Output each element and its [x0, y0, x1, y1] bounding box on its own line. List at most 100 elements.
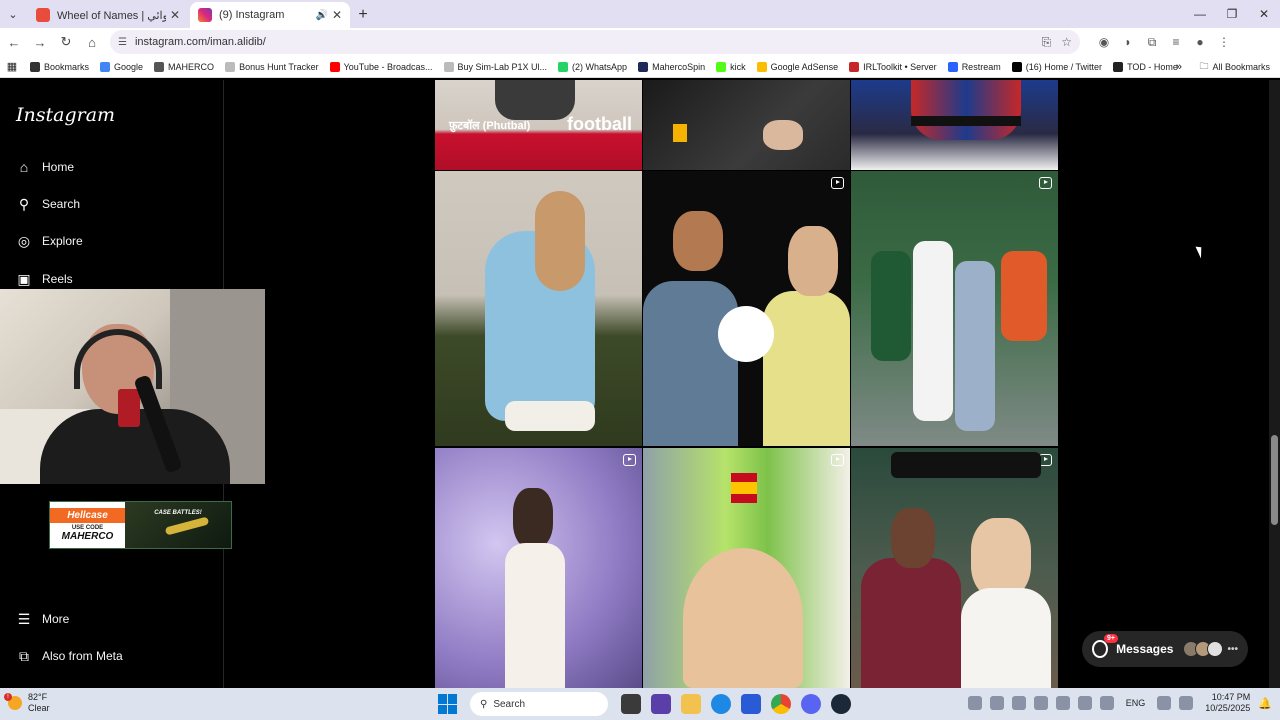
scrollbar-thumb[interactable]: [1271, 435, 1278, 525]
post-thumbnail[interactable]: [643, 171, 850, 446]
post-thumbnail[interactable]: [435, 448, 642, 688]
nav-home[interactable]: ⌂ Home: [16, 159, 74, 175]
nav-also-from-meta[interactable]: ⧉ Also from Meta: [16, 648, 123, 664]
unread-badge: 9+: [1104, 634, 1118, 643]
messages-label: Messages: [1116, 642, 1174, 656]
all-bookmarks-button[interactable]: 🗀 All Bookmarks: [1199, 59, 1270, 75]
bookmark-item[interactable]: TOD - Home: [1113, 61, 1178, 72]
more-bookmarks-icon[interactable]: »: [1176, 61, 1182, 73]
discord-icon[interactable]: [801, 694, 821, 714]
bookmark-item[interactable]: Bookmarks: [30, 61, 89, 72]
language-indicator[interactable]: ENG: [1126, 698, 1146, 708]
bookmark-item[interactable]: (2) WhatsApp: [558, 61, 627, 72]
forward-icon[interactable]: →: [28, 30, 52, 54]
speaker-icon[interactable]: 🔊: [315, 10, 327, 21]
close-window-icon[interactable]: ✕: [1248, 0, 1280, 28]
bookmark-label: IRLToolkit • Server: [863, 61, 937, 72]
bookmark-item[interactable]: IRLToolkit • Server: [849, 61, 937, 72]
weather-text: 82°F Clear: [28, 692, 50, 714]
bookmark-item[interactable]: YouTube - Broadcas...: [329, 61, 433, 72]
instagram-logo[interactable]: Instagram: [16, 104, 115, 126]
profile-avatar[interactable]: ●: [1188, 30, 1212, 54]
puzzle-icon[interactable]: ⧉: [1140, 30, 1164, 54]
nav-label: Explore: [42, 234, 83, 248]
post-figure: [788, 226, 838, 296]
nav-more[interactable]: ☰ More: [16, 611, 70, 627]
bookmark-item[interactable]: Google AdSense: [756, 61, 838, 72]
windows-start-icon[interactable]: [438, 694, 458, 714]
post-thumbnail[interactable]: [851, 80, 1058, 170]
page-scrollbar[interactable]: [1269, 80, 1280, 688]
url-input[interactable]: ☰ instagram.com/iman.alidib/ ⎘ ☆: [110, 30, 1080, 54]
install-app-icon[interactable]: ⎘: [1042, 35, 1052, 50]
chrome-icon[interactable]: [771, 694, 791, 714]
bookmark-item[interactable]: kick: [716, 61, 746, 72]
task-view-icon[interactable]: [621, 694, 641, 714]
apps-grid-icon[interactable]: ▦: [0, 60, 24, 73]
site-info-icon[interactable]: ☰: [118, 37, 127, 48]
nav-explore[interactable]: ◎ Explore: [16, 233, 83, 249]
extension-icon[interactable]: ◗: [1116, 30, 1140, 54]
weather-widget[interactable]: ! 82°F Clear: [4, 692, 50, 714]
nav-search[interactable]: ⚲ Search: [16, 196, 80, 212]
bookmark-item[interactable]: (16) Home / Twitter: [1011, 61, 1102, 72]
tab-search-icon[interactable]: ⌄: [0, 0, 26, 28]
bookmark-favicon-icon: [1011, 61, 1022, 72]
post-thumbnail[interactable]: [851, 448, 1058, 688]
post-figure: [763, 120, 803, 150]
maximize-icon[interactable]: ❐: [1216, 0, 1248, 28]
teams-icon[interactable]: [651, 694, 671, 714]
bookmark-item[interactable]: Bonus Hunt Tracker: [225, 61, 319, 72]
tab-instagram[interactable]: (9) Instagram 🔊 ✕: [190, 2, 350, 28]
nav-reels[interactable]: ▣ Reels: [16, 271, 72, 287]
extension-icon[interactable]: ◉: [1092, 30, 1116, 54]
volume-icon[interactable]: [1179, 696, 1194, 710]
edge-icon[interactable]: [711, 694, 731, 714]
weather-alert-badge: !: [4, 693, 12, 701]
store-icon[interactable]: [741, 694, 761, 714]
search-label: Search: [493, 698, 526, 710]
close-tab-icon[interactable]: ✕: [332, 8, 342, 22]
media-icon[interactable]: ≡: [1164, 30, 1188, 54]
kebab-menu-icon[interactable]: ⋮: [1212, 30, 1236, 54]
case-battles-label: CASE BATTLES!: [154, 510, 202, 516]
taskbar-search[interactable]: ⚲ Search: [470, 692, 608, 716]
minimize-icon[interactable]: —: [1184, 0, 1216, 28]
notification-bell-icon[interactable]: 🔔: [1258, 697, 1272, 710]
steam-tray-icon[interactable]: [1011, 696, 1026, 710]
bookmark-item[interactable]: Buy Sim-Lab P1X Ul...: [443, 61, 547, 72]
tray-app-icon[interactable]: [967, 696, 982, 710]
tab-wheel-of-names[interactable]: Wheel of Names | عجلة العشوائي... ✕: [28, 2, 188, 28]
microphone-icon[interactable]: [1099, 696, 1114, 710]
bookmark-favicon-icon: [849, 61, 860, 72]
tray-app-icon[interactable]: [1077, 696, 1092, 710]
file-explorer-icon[interactable]: [681, 694, 701, 714]
bookmark-star-icon[interactable]: ☆: [1061, 35, 1072, 49]
close-tab-icon[interactable]: ✕: [170, 8, 180, 22]
tray-app-icon[interactable]: [989, 696, 1004, 710]
post-thumbnail[interactable]: [643, 80, 850, 170]
messages-button[interactable]: 9+ Messages •••: [1082, 631, 1248, 667]
taskbar-apps: ⚲ Search: [438, 692, 856, 716]
home-page-icon[interactable]: ⌂: [80, 30, 104, 54]
display-icon[interactable]: [1157, 696, 1172, 710]
bookmark-item[interactable]: MahercoSpin: [638, 61, 705, 72]
steam-icon[interactable]: [831, 694, 851, 714]
reload-icon[interactable]: ↻: [54, 30, 78, 54]
bookmark-label: kick: [730, 61, 746, 72]
bookmark-item[interactable]: Restream: [947, 61, 1001, 72]
bookmark-label: TOD - Home: [1127, 61, 1178, 72]
tray-app-icon[interactable]: [1055, 696, 1070, 710]
tray-app-icon[interactable]: [1033, 696, 1048, 710]
clock[interactable]: 10:47 PM 10/25/2025: [1205, 692, 1250, 714]
promo-code: MAHERCO: [61, 531, 114, 542]
post-thumbnail[interactable]: [435, 171, 642, 446]
back-icon[interactable]: ←: [2, 30, 26, 54]
post-thumbnail[interactable]: [643, 448, 850, 688]
bookmark-item[interactable]: MAHERCO: [154, 61, 214, 72]
bookmark-item[interactable]: Google: [100, 61, 143, 72]
post-figure: [505, 401, 595, 431]
new-tab-button[interactable]: +: [350, 2, 376, 28]
post-thumbnail[interactable]: [851, 171, 1058, 446]
post-thumbnail[interactable]: फ़ुटबॉल (Phutbal) football: [435, 80, 642, 170]
